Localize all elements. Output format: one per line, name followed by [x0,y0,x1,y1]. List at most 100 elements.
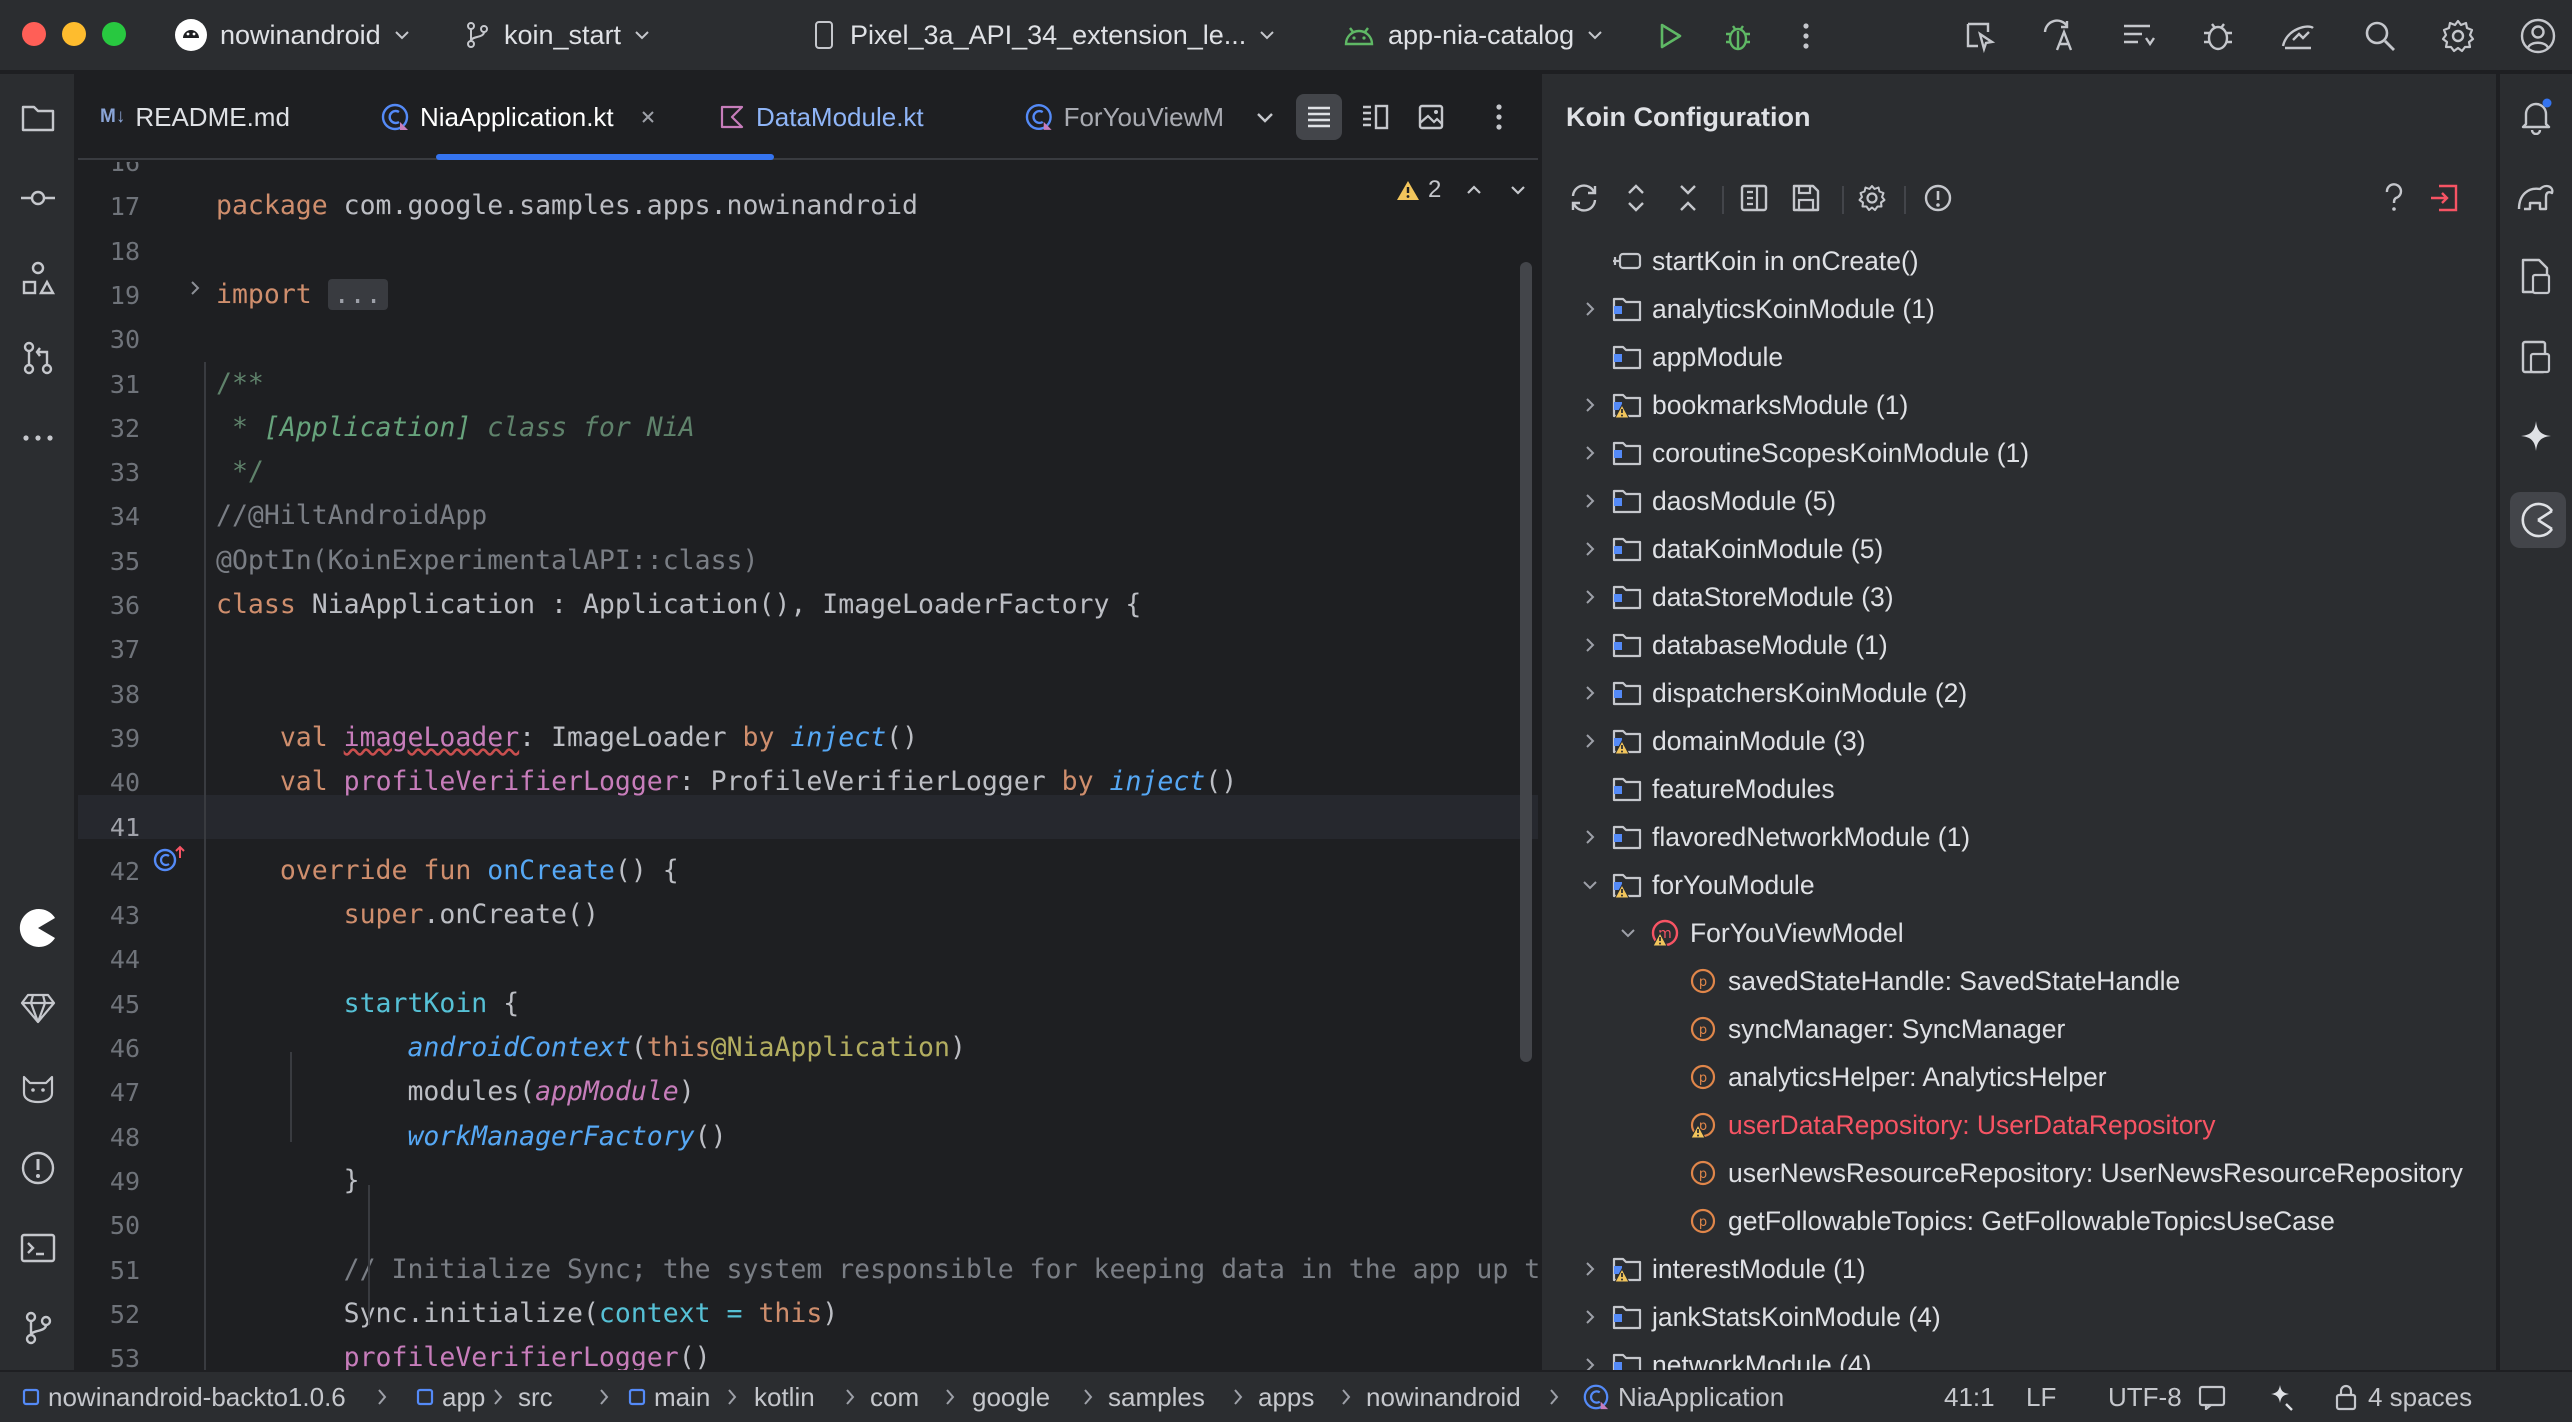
cursor-position[interactable]: 41:1 [1944,1372,1995,1422]
tree-item[interactable]: m ForYouViewModel [1616,910,1904,956]
code-line[interactable]: startKoin { [216,988,520,1019]
code-line[interactable]: class NiaApplication : Application(), Im… [216,589,1141,620]
design-view-button[interactable] [1408,94,1454,140]
structure-tool-button[interactable] [14,254,62,302]
gradle-button[interactable] [2512,172,2560,220]
tree-item[interactable]: appModule [1578,334,1783,380]
breadcrumb-item[interactable]: nowinandroid-backto1.0.6 [22,1372,346,1422]
chevron-right-icon[interactable] [1581,396,1599,414]
chevron-right-icon[interactable] [1581,1356,1599,1370]
chevron-right-icon[interactable] [1581,828,1599,846]
breadcrumb-item[interactable]: com [870,1372,919,1422]
breadcrumb-item[interactable]: app [416,1372,485,1422]
chevron-right-icon[interactable] [1581,444,1599,462]
indent-settings[interactable]: 4 spaces [2334,1372,2472,1422]
chevron-right-icon[interactable] [1581,1260,1599,1278]
save-button[interactable] [1784,176,1828,220]
code-line[interactable]: profileVerifierLogger() [216,1342,711,1370]
code-line[interactable]: import ... [216,278,388,310]
code-line[interactable]: modules(appModule) [216,1076,694,1107]
expand-all-button[interactable] [1614,176,1658,220]
chevron-right-icon[interactable] [1581,588,1599,606]
code-line[interactable]: Sync.initialize(context = this) [216,1298,839,1329]
line-separator[interactable]: LF [2026,1372,2056,1422]
tree-toggle[interactable] [1578,1257,1602,1281]
running-devices-button[interactable] [2512,332,2560,380]
code-line[interactable]: */ [216,456,264,487]
tree-item[interactable]: jankStatsKoinModule (4) [1578,1294,1941,1340]
chevron-right-icon[interactable] [1581,300,1599,318]
chevron-right-icon[interactable] [1581,732,1599,750]
chevron-down-icon[interactable] [1507,179,1529,201]
breadcrumb-item[interactable]: main [628,1372,710,1422]
tree-item[interactable]: dispatchersKoinModule (2) [1578,670,1967,716]
sync-list-button[interactable] [2116,14,2160,58]
project-tool-button[interactable] [14,94,62,142]
code-line[interactable]: override fun onCreate() { [216,855,679,886]
terminal-tool-button[interactable] [14,1224,62,1272]
koin-settings-button[interactable] [1850,176,1894,220]
export-button[interactable] [1732,176,1776,220]
tabs-dropdown-button[interactable] [1242,94,1288,140]
tree-item[interactable]: p userNewsResourceRepository: UserNewsRes… [1654,1150,2463,1196]
breadcrumb-item[interactable]: src [518,1372,553,1422]
tree-toggle[interactable] [1578,681,1602,705]
code-line[interactable]: package com.google.samples.apps.nowinand… [216,190,918,221]
tree-toggle[interactable] [1616,921,1640,945]
tree-toggle[interactable] [1578,825,1602,849]
refresh-button[interactable] [1562,176,1606,220]
tree-item[interactable]: startKoin in onCreate() [1578,238,1919,284]
code-line[interactable]: // Initialize Sync; the system responsib… [216,1254,1538,1285]
hide-panel-button[interactable] [2422,176,2466,220]
device-selector[interactable]: Pixel_3a_API_34_extension_le... [812,12,1276,58]
tree-item[interactable]: databaseModule (1) [1578,622,1888,668]
tree-toggle[interactable] [1578,489,1602,513]
breadcrumb-item[interactable]: NiaApplication [1582,1372,1784,1422]
tree-item[interactable]: p analyticsHelper: AnalyticsHelper [1654,1054,2107,1100]
code-line[interactable]: androidContext(this@NiaApplication) [216,1032,965,1063]
code-line[interactable]: workManagerFactory() [216,1121,726,1152]
breadcrumb-item[interactable]: kotlin [754,1372,815,1422]
tree-item[interactable]: interestModule (1) [1578,1246,1866,1292]
gemini-button[interactable] [2512,412,2560,460]
chevron-right-icon[interactable] [1581,492,1599,510]
koin-tool-button[interactable] [14,904,62,952]
file-encoding[interactable]: UTF-8 [2108,1372,2182,1422]
code-line[interactable]: /** [216,368,264,399]
profiler-bug-button[interactable] [2196,14,2240,58]
device-manager-button[interactable] [2276,14,2320,58]
inspect-issues-button[interactable] [1916,176,1960,220]
tab-readme[interactable]: M↓ README.md [100,74,300,160]
notifications-button[interactable] [2512,92,2560,140]
tree-toggle[interactable] [1578,585,1602,609]
settings-button[interactable] [2436,14,2480,58]
fold-arrow-icon[interactable] [186,279,204,297]
tree-item[interactable]: daosModule (5) [1578,478,1836,524]
chevron-down-icon[interactable] [1619,924,1637,942]
breadcrumb-item[interactable]: samples [1108,1372,1205,1422]
tree-item[interactable]: flavoredNetworkModule (1) [1578,814,1970,860]
tree-item[interactable]: networkModule (4) [1578,1342,1871,1370]
version-control-tool-button[interactable] [14,1304,62,1352]
chevron-right-icon[interactable] [1581,1308,1599,1326]
code-line[interactable]: //@HiltAndroidApp [216,500,487,531]
tree-toggle[interactable] [1578,537,1602,561]
tree-toggle[interactable] [1578,441,1602,465]
code-line[interactable]: } [216,1165,360,1196]
gradle-gem-tool-button[interactable] [14,984,62,1032]
tree-toggle[interactable] [1578,297,1602,321]
code-view-button[interactable] [1296,94,1342,140]
breadcrumb-item[interactable]: nowinandroid [1366,1372,1521,1422]
code-line[interactable]: val imageLoader: ImageLoader by inject() [216,722,918,753]
tree-item[interactable]: dataKoinModule (5) [1578,526,1883,572]
collapse-all-button[interactable] [1666,176,1710,220]
code-line[interactable]: @OptIn(KoinExperimentalAPI::class) [216,545,758,576]
run-button[interactable] [1648,14,1692,58]
tree-item[interactable]: forYouModule [1578,862,1815,908]
tree-toggle[interactable] [1578,873,1602,897]
debug-button[interactable] [1716,14,1760,58]
tab-data-module[interactable]: DataModule.kt [718,74,1038,160]
tree-item[interactable]: analyticsKoinModule (1) [1578,286,1935,332]
tab-nia-application[interactable]: NiaApplication.kt [380,74,760,160]
help-button[interactable] [2372,176,2416,220]
